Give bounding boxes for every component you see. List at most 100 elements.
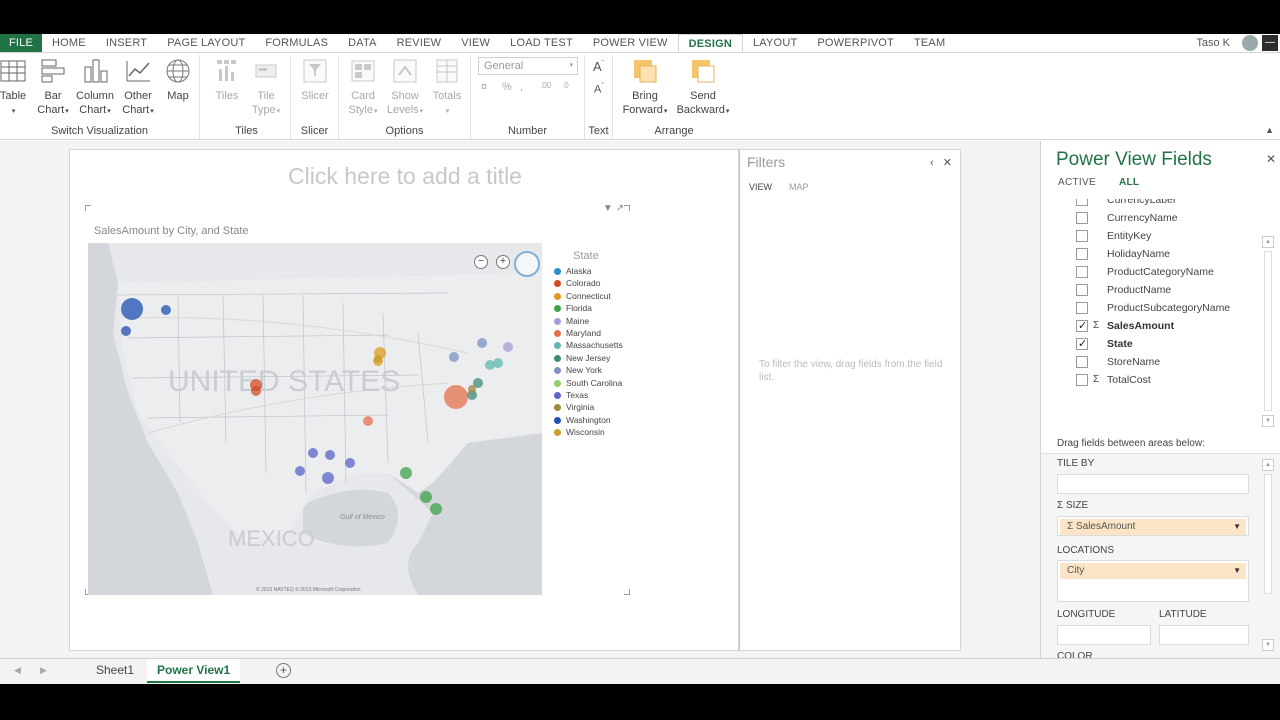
field-list-scrollbar[interactable] [1264, 251, 1272, 411]
close-fields-icon[interactable]: ✕ [1266, 152, 1276, 166]
legend-item[interactable]: Wisconsin [551, 426, 631, 438]
tab-review[interactable]: REVIEW [387, 34, 452, 52]
areas-scroll-up[interactable]: ▲ [1262, 459, 1274, 471]
legend-item[interactable]: Alaska [551, 265, 631, 277]
tab-insert[interactable]: INSERT [96, 34, 157, 52]
areas-scroll-down[interactable]: ▼ [1262, 639, 1274, 651]
map-bubble[interactable] [345, 458, 355, 468]
location-field-pill[interactable]: City ▼ [1060, 563, 1246, 579]
tab-design[interactable]: DESIGN [677, 34, 743, 52]
legend-item[interactable]: Virginia [551, 401, 631, 413]
add-sheet-icon[interactable]: + [276, 663, 291, 678]
slicer-button[interactable]: Slicer [297, 57, 333, 103]
increase-decimal-icon[interactable]: .00 [540, 81, 551, 90]
bring-forward-button[interactable]: Bring Forward▾ [617, 57, 673, 119]
field-checkbox[interactable] [1076, 199, 1088, 206]
map-bubble[interactable] [468, 385, 476, 393]
tab-load-test[interactable]: LOAD TEST [500, 34, 583, 52]
show-levels-button[interactable]: Show Levels▾ [385, 57, 425, 119]
map-bubble[interactable] [363, 416, 373, 426]
tab-powerpivot[interactable]: POWERPIVOT [807, 34, 904, 52]
map-visualization[interactable]: ▼ ↗ SalesAmount by City, and State UNITE… [85, 203, 631, 595]
legend-item[interactable]: Connecticut [551, 290, 631, 302]
map-bubble[interactable] [322, 472, 334, 484]
tab-page-layout[interactable]: PAGE LAYOUT [157, 34, 255, 52]
number-format-select[interactable]: General ▾ [478, 57, 578, 75]
field-list-scroll-up[interactable]: ▲ [1262, 236, 1274, 248]
sheet-tab-sheet1[interactable]: Sheet1 [86, 659, 144, 683]
tab-data[interactable]: DATA [338, 34, 387, 52]
legend-item[interactable]: Colorado [551, 277, 631, 289]
bar-chart-button[interactable]: Bar Chart▾ [36, 57, 70, 119]
map-bubble[interactable] [308, 448, 318, 458]
field-checkbox[interactable] [1076, 266, 1088, 278]
avatar[interactable] [1242, 35, 1258, 51]
tab-home[interactable]: HOME [42, 34, 96, 52]
chevron-down-icon[interactable]: ▼ [1233, 563, 1241, 579]
currency-icon[interactable]: ¤ [481, 81, 487, 93]
latitude-dropzone[interactable] [1159, 625, 1249, 645]
tab-layout[interactable]: LAYOUT [743, 34, 807, 52]
decrease-decimal-icon[interactable]: .0 [562, 81, 569, 90]
map-bubble[interactable] [444, 385, 468, 409]
field-list-scroll-down[interactable]: ▼ [1262, 415, 1274, 427]
tiles-button[interactable]: Tiles [211, 57, 243, 103]
tile-by-dropzone[interactable] [1057, 474, 1249, 494]
sheet-tab-power-view1[interactable]: Power View1 [147, 659, 241, 683]
field-checkbox[interactable] [1076, 335, 1088, 353]
totals-button[interactable]: Totals ▾ [429, 57, 465, 119]
font-shrink-icon[interactable]: Aˇ [594, 83, 604, 96]
tab-file[interactable]: FILE [0, 34, 43, 52]
close-filters-icon[interactable]: ✕ [943, 157, 952, 169]
minimize-icon[interactable]: — [1262, 35, 1278, 51]
user-name[interactable]: Taso K [1196, 34, 1230, 52]
tab-view[interactable]: VIEW [451, 34, 500, 52]
fields-tab-active[interactable]: ACTIVE [1058, 177, 1096, 188]
field-checkbox[interactable] [1076, 356, 1088, 368]
tab-team[interactable]: TEAM [904, 34, 955, 52]
table-button[interactable]: Table ▾ [0, 57, 28, 119]
legend-item[interactable]: Maryland [551, 327, 631, 339]
tile-type-button[interactable]: Tile Type▾ [249, 57, 283, 119]
field-checkbox[interactable] [1076, 374, 1088, 386]
map-bubble[interactable] [503, 342, 513, 352]
field-checkbox[interactable] [1076, 302, 1088, 314]
fields-tab-all[interactable]: ALL [1119, 177, 1139, 188]
size-field-pill[interactable]: Σ SalesAmount ▼ [1060, 519, 1246, 535]
tab-power-view[interactable]: POWER VIEW [583, 34, 678, 52]
column-chart-button[interactable]: Column Chart▾ [74, 57, 116, 119]
field-checkbox[interactable] [1076, 230, 1088, 242]
size-dropzone[interactable]: Σ SalesAmount ▼ [1057, 516, 1249, 536]
map-bubble[interactable] [295, 466, 305, 476]
legend-item[interactable]: Washington [551, 414, 631, 426]
map-bubble[interactable] [400, 467, 412, 479]
chevron-down-icon[interactable]: ▼ [1233, 519, 1241, 535]
resize-handle[interactable] [624, 205, 630, 211]
map-bubble[interactable] [477, 338, 487, 348]
bing-map[interactable]: UNITED STATES MEXICO Gulf of Mexico − + … [88, 243, 542, 595]
map-bubble[interactable] [430, 503, 442, 515]
map-bubble[interactable] [121, 326, 131, 336]
legend-item[interactable]: New Jersey [551, 352, 631, 364]
prev-sheet-icon[interactable]: ◀ [14, 665, 21, 676]
field-checkbox[interactable] [1076, 212, 1088, 224]
comma-icon[interactable]: , [520, 81, 523, 93]
map-bubble[interactable] [449, 352, 459, 362]
resize-handle[interactable] [624, 589, 630, 595]
collapse-ribbon-icon[interactable]: ▲ [1265, 125, 1274, 135]
pop-out-icon[interactable]: ↗ [616, 203, 624, 214]
collapse-filters-icon[interactable]: ‹ [930, 157, 934, 169]
locations-dropzone[interactable]: City ▼ [1057, 560, 1249, 602]
zoom-in-icon[interactable]: + [496, 255, 510, 269]
map-bubble[interactable] [161, 305, 171, 315]
areas-scrollbar[interactable] [1264, 474, 1272, 594]
legend-item[interactable]: South Carolina [551, 377, 631, 389]
field-checkbox[interactable] [1076, 248, 1088, 260]
filter-icon[interactable]: ▼ [603, 203, 613, 214]
map-bubble[interactable] [121, 298, 143, 320]
percent-icon[interactable]: % [502, 81, 512, 93]
map-bubble[interactable] [420, 491, 432, 503]
filters-tab-view[interactable]: VIEW [749, 182, 772, 192]
tab-formulas[interactable]: FORMULAS [255, 34, 338, 52]
zoom-out-icon[interactable]: − [474, 255, 488, 269]
